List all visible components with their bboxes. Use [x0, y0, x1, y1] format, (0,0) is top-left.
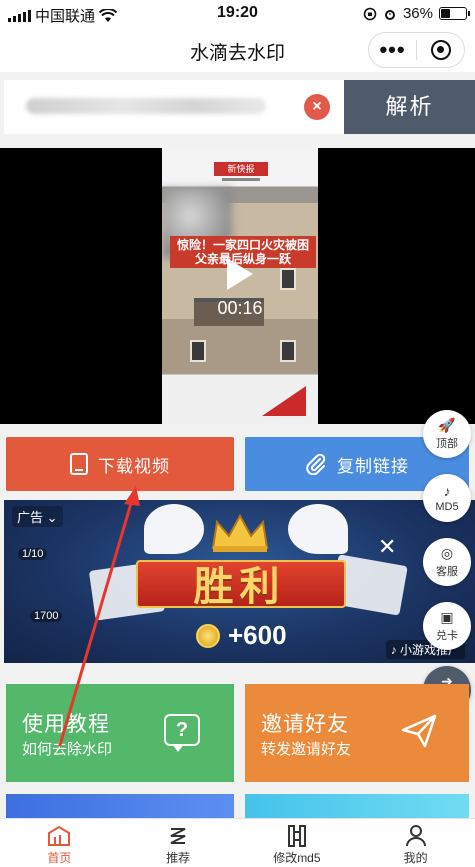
md5-icon [286, 823, 308, 849]
close-miniprogram-button[interactable] [417, 40, 464, 60]
redeem-card-button[interactable]: ▣ 兑卡 [423, 602, 471, 650]
tab-recommend[interactable]: 推荐 [119, 819, 238, 867]
reward-amount: +600 [228, 620, 287, 650]
rocket-icon: 🚀 [438, 416, 456, 433]
clear-icon[interactable]: × [304, 94, 330, 120]
tab-bar: 首页 推荐 修改md5 我的 [0, 818, 475, 867]
recommend-icon [167, 823, 189, 849]
md5-button[interactable]: ♪ MD5 [423, 474, 471, 522]
user-icon [405, 823, 427, 849]
coin-icon [196, 624, 220, 648]
question-icon: ? [164, 714, 200, 752]
ad-banner[interactable]: 胜利 +600 广告 ⌄ ✕ 1700 1/10 ♪ 小游戏推广 [4, 500, 475, 663]
url-input[interactable]: × [4, 80, 344, 134]
parse-button[interactable]: 解析 [344, 80, 475, 134]
ad-tag[interactable]: 广告 ⌄ [12, 506, 63, 527]
crown-icon [211, 513, 269, 552]
tutorial-subtitle: 如何去除水印 [22, 741, 113, 758]
phone-icon [70, 453, 88, 475]
invite-title: 邀请好友 [261, 713, 349, 736]
score-label: 1700 [30, 610, 63, 622]
home-icon [47, 823, 71, 849]
back-to-top-button[interactable]: 🚀 顶部 [423, 410, 471, 458]
customer-service-button[interactable]: ◎ 客服 [423, 538, 471, 586]
invite-subtitle: 转发邀请好友 [261, 741, 352, 758]
download-video-button[interactable]: 下载视频 [6, 437, 234, 491]
feature-card-partial[interactable] [6, 794, 234, 818]
tab-home[interactable]: 首页 [0, 819, 119, 867]
wing-right [288, 504, 348, 554]
blurred-url [26, 98, 266, 114]
target-icon [430, 40, 451, 60]
tab-profile[interactable]: 我的 [356, 819, 475, 867]
video-player[interactable]: 新快报 惊险！一家四口火灾被困 父亲最后纵身一跃 00:16 [0, 148, 475, 424]
alarm-icon [384, 9, 395, 20]
card-icon: ▣ [440, 608, 454, 625]
wing-left [144, 504, 204, 554]
rotation-lock-icon [363, 7, 377, 20]
service-icon: ◎ [440, 544, 454, 561]
mini-program-capsule: ••• [368, 32, 465, 68]
video-duration: 00:16 [217, 298, 263, 318]
status-bar: 中国联通 19:20 36% [0, 0, 475, 28]
victory-text: 胜利 [193, 565, 286, 609]
battery-icon [439, 7, 470, 20]
feature-card-partial[interactable] [245, 794, 469, 818]
battery-percent: 36% [402, 5, 433, 22]
url-input-row: × 解析 [0, 80, 475, 134]
nav-bar: 水滴去水印 ••• [0, 28, 475, 72]
close-ad-icon[interactable]: ✕ [378, 534, 396, 560]
news-logo: 新快报 [214, 162, 268, 176]
paperclip-icon [306, 453, 326, 475]
level-label: 1/10 [18, 548, 48, 560]
more-button[interactable]: ••• [369, 39, 416, 61]
send-icon [401, 714, 437, 748]
play-icon[interactable] [225, 256, 255, 292]
tutorial-card[interactable]: 使用教程 如何去除水印 ? [6, 684, 234, 782]
invite-card[interactable]: 邀请好友 转发邀请好友 [245, 684, 469, 782]
tab-md5[interactable]: 修改md5 [238, 819, 357, 867]
tutorial-title: 使用教程 [22, 713, 110, 736]
action-row: 下载视频 复制链接 [0, 437, 475, 491]
tiktok-icon: ♪ [443, 482, 451, 499]
